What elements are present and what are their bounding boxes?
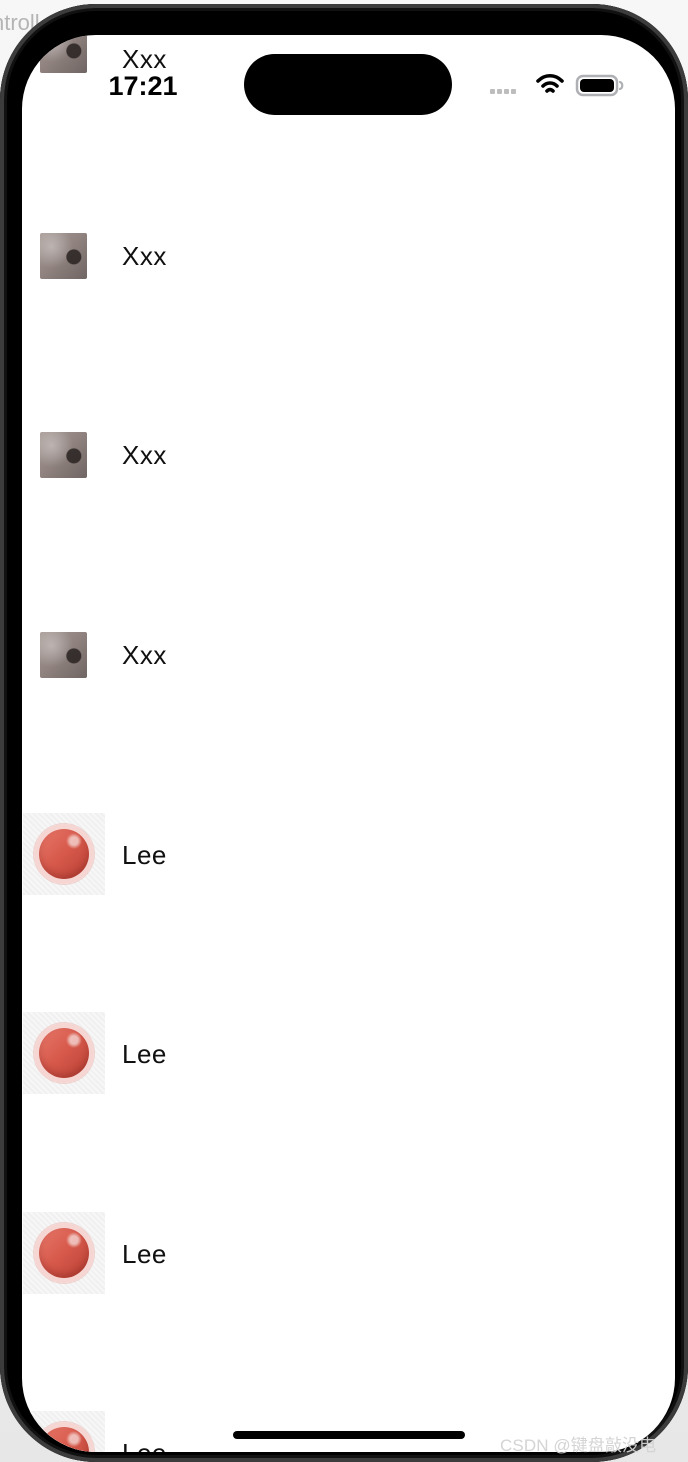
list-item-xxx[interactable]: Xxx	[22, 432, 675, 514]
status-time: 17:21	[108, 71, 178, 101]
dynamic-island	[244, 54, 452, 115]
photo-thumbnail	[40, 632, 87, 678]
table-list[interactable]: Xxx Xxx Xxx Xxx Lee Lee Lee	[22, 35, 675, 1452]
red-ball-icon	[39, 1228, 89, 1278]
list-item-label: Lee	[122, 1438, 167, 1452]
wifi-icon	[536, 73, 564, 93]
red-ball-icon	[39, 829, 89, 879]
watermark-text: CSDN @键盘敲没电	[500, 1436, 657, 1455]
cellular-dots-icon	[490, 89, 522, 97]
home-indicator[interactable]	[233, 1431, 465, 1439]
list-item-xxx[interactable]: Xxx	[22, 632, 675, 714]
list-item-lee[interactable]: Lee	[22, 1012, 675, 1094]
red-button-avatar	[23, 1012, 105, 1094]
list-item-label: Lee	[122, 1239, 167, 1269]
list-item-label: Lee	[122, 1039, 167, 1069]
photo-thumbnail	[40, 35, 87, 73]
list-item-label: Xxx	[122, 44, 167, 74]
list-item-label: Lee	[122, 840, 167, 870]
iphone-device-frame: Xxx Xxx Xxx Xxx Lee Lee Lee 17:21	[0, 4, 688, 1462]
red-ball-icon	[39, 1028, 89, 1078]
list-item-xxx[interactable]: Xxx	[22, 233, 675, 315]
red-button-avatar	[23, 813, 105, 895]
photo-thumbnail	[40, 432, 87, 478]
list-item-lee[interactable]: Lee	[22, 1212, 675, 1294]
red-button-avatar	[23, 1212, 105, 1294]
battery-icon	[575, 74, 624, 97]
phone-screen[interactable]: Xxx Xxx Xxx Xxx Lee Lee Lee 17:21	[22, 35, 675, 1452]
red-button-avatar	[23, 1411, 105, 1452]
list-item-label: Xxx	[122, 241, 167, 271]
list-item-label: Xxx	[122, 440, 167, 470]
photo-thumbnail	[40, 233, 87, 279]
list-item-lee[interactable]: Lee	[22, 813, 675, 895]
list-item-label: Xxx	[122, 640, 167, 670]
